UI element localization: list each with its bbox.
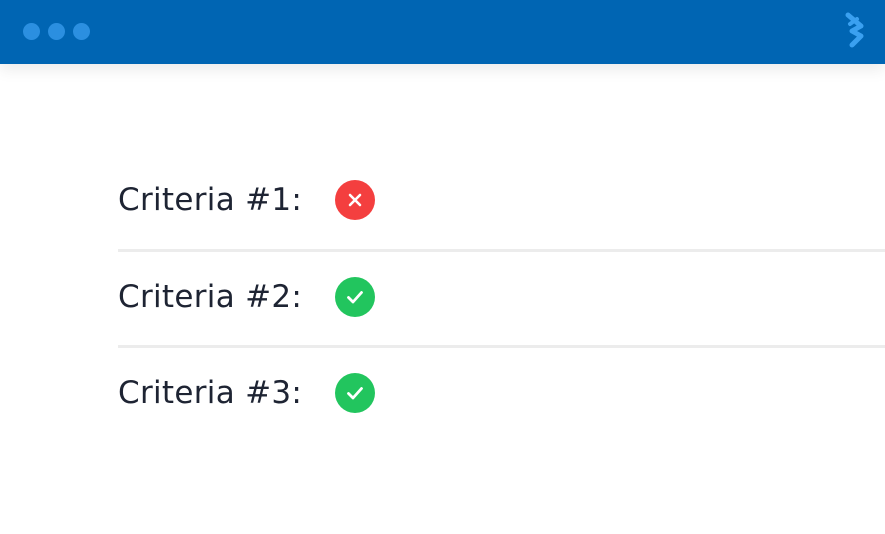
window-controls — [23, 23, 90, 40]
criteria-label-3: Criteria #3: — [118, 375, 303, 411]
app-window: Criteria #1: Criteria #2: Criteria #3: — [0, 0, 885, 534]
divider-1 — [118, 249, 885, 252]
criteria-label-2: Criteria #2: — [118, 279, 303, 315]
divider-2 — [118, 345, 885, 348]
window-control-dot-1[interactable] — [23, 23, 40, 40]
brand-logo-icon — [845, 12, 864, 48]
criteria-row-3: Criteria #3: — [118, 373, 376, 413]
criteria-row-1: Criteria #1: — [118, 180, 376, 220]
x-icon — [335, 180, 376, 220]
window-control-dot-3[interactable] — [73, 23, 90, 40]
check-icon — [335, 277, 376, 317]
window-control-dot-2[interactable] — [48, 23, 65, 40]
criteria-label-1: Criteria #1: — [118, 182, 303, 218]
criteria-row-2: Criteria #2: — [118, 277, 376, 317]
title-bar — [0, 0, 885, 64]
check-icon — [335, 373, 376, 413]
